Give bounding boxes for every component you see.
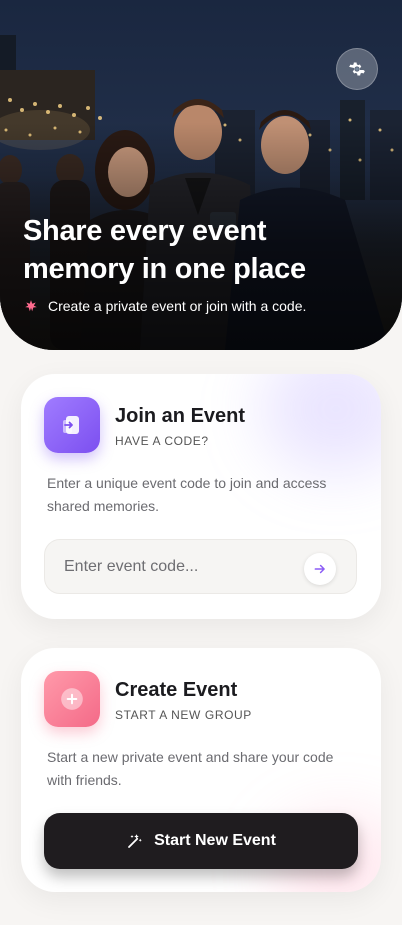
join-card-description: Enter a unique event code to join and ac… <box>47 475 327 514</box>
join-card-kicker: HAVE A CODE? <box>115 434 209 448</box>
sparkle-icon <box>25 300 37 312</box>
gear-icon <box>349 62 365 76</box>
join-icon-tile <box>44 397 100 453</box>
start-new-event-label: Start New Event <box>154 832 276 849</box>
card-glow <box>261 374 381 474</box>
create-icon-tile <box>44 671 100 727</box>
plus-icon <box>61 688 83 710</box>
start-new-event-button[interactable]: Start New Event <box>44 813 358 869</box>
magic-wand-icon <box>128 834 142 848</box>
arrow-right-icon <box>314 564 325 574</box>
hero-subtitle: Create a private event or join with a co… <box>48 298 307 314</box>
hero-banner: Share every event memory in one place Cr… <box>0 0 402 350</box>
join-submit-button[interactable] <box>304 553 336 585</box>
settings-button[interactable] <box>336 48 378 90</box>
create-card-kicker: START A NEW GROUP <box>115 708 252 722</box>
join-card-title: Join an Event <box>115 405 246 427</box>
create-card-description: Start a new private event and share your… <box>47 749 334 788</box>
create-event-card: Create Event START A NEW GROUP Start a n… <box>21 648 381 892</box>
create-card-title: Create Event <box>115 679 238 701</box>
join-event-card: Join an Event HAVE A CODE? Enter a uniqu… <box>21 374 381 619</box>
event-code-field <box>44 539 357 594</box>
hero-title: Share every event memory in one place <box>23 215 306 285</box>
hero-subtitle-row: Create a private event or join with a co… <box>24 298 306 314</box>
event-code-input[interactable] <box>45 540 314 593</box>
enter-icon <box>63 416 79 434</box>
